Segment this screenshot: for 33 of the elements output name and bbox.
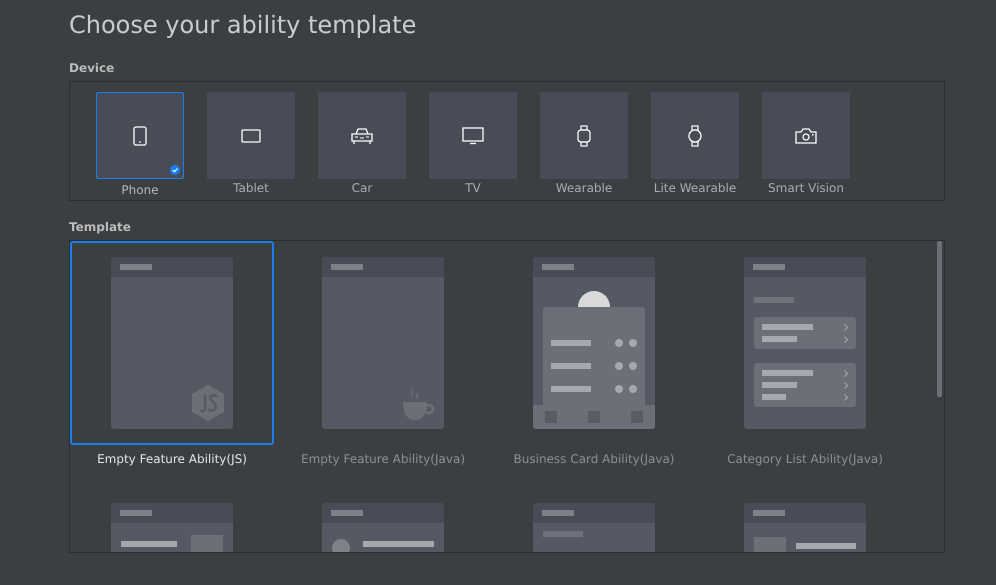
js-logo-icon	[192, 385, 224, 421]
device-label: Lite Wearable	[654, 181, 736, 195]
car-icon	[351, 126, 373, 144]
watch-icon	[688, 124, 702, 146]
device-label: TV	[465, 181, 481, 195]
scrollbar[interactable]	[937, 241, 942, 397]
template-label: Empty Feature Ability(Java)	[300, 452, 465, 466]
template-card[interactable]	[70, 241, 274, 445]
section-label: Device	[69, 61, 116, 75]
device-tile[interactable]	[318, 92, 406, 179]
camera-icon	[795, 128, 817, 144]
check-badge-icon	[170, 165, 180, 175]
device-tile[interactable]	[762, 92, 850, 179]
device-tile[interactable]	[207, 92, 295, 179]
coffee-cup-icon	[403, 387, 435, 421]
device-label: Car	[352, 181, 372, 195]
device-label: Tablet	[233, 181, 269, 195]
tablet-icon	[241, 128, 261, 142]
device-tile[interactable]	[96, 92, 184, 179]
device-label: Wearable	[556, 181, 612, 195]
watch-icon	[577, 124, 591, 146]
template-label: Empty Feature Ability(JS)	[97, 452, 247, 466]
template-label: Category List Ability(Java)	[727, 452, 883, 466]
device-tile[interactable]	[540, 92, 628, 179]
monitor-icon	[462, 126, 484, 144]
device-label: Phone	[121, 183, 159, 197]
phone-icon	[133, 126, 147, 146]
template-label: Business Card Ability(Java)	[514, 452, 674, 466]
device-tile[interactable]	[651, 92, 739, 179]
section-label: Template	[69, 220, 132, 234]
device-label: Smart Vision	[768, 181, 844, 195]
page-title: Choose your ability template	[69, 10, 418, 41]
device-tile[interactable]	[429, 92, 517, 179]
